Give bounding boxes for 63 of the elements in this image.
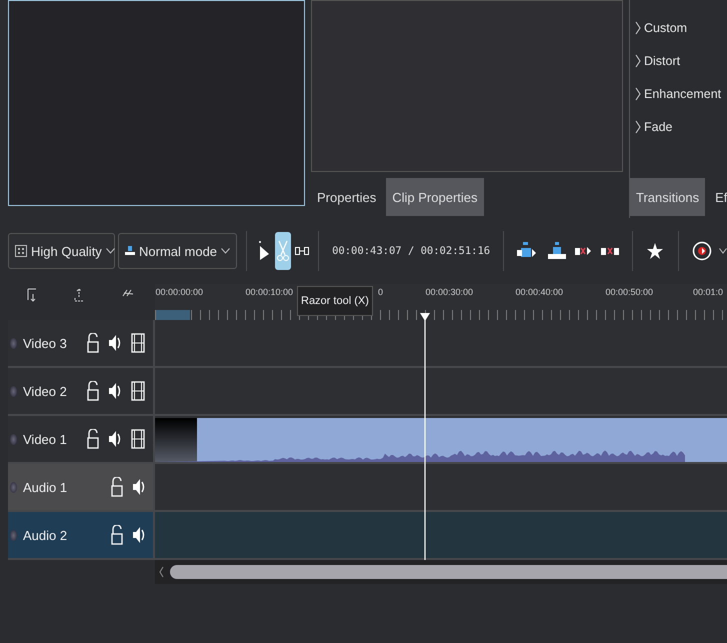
track-name: Audio 2 (23, 528, 67, 542)
track-name: Video 2 (23, 384, 67, 398)
film-icon[interactable] (131, 381, 145, 401)
led-icon (10, 434, 17, 444)
star-icon[interactable] (647, 243, 664, 259)
category-item[interactable]: Custom (644, 21, 688, 35)
collapse-icon[interactable] (26, 288, 37, 302)
chevron-icon (635, 87, 641, 101)
overwrite-icon[interactable] (546, 241, 567, 261)
led-icon (10, 338, 17, 348)
time-label: 0 (376, 287, 383, 297)
timecode: 00:00:43:07 / 00:02:51:16 (331, 245, 492, 257)
led-icon (10, 530, 17, 540)
film-icon[interactable] (131, 429, 145, 449)
time-label: 00:00:00:00 (155, 287, 203, 297)
track-lane[interactable] (155, 512, 727, 560)
record-icon[interactable] (692, 241, 712, 261)
track-name: Video 1 (23, 432, 67, 446)
track-name: Video 3 (23, 336, 67, 350)
chevron-icon (635, 120, 641, 134)
track-header[interactable]: Audio 1 (8, 464, 153, 512)
expand-icon[interactable] (74, 288, 84, 302)
category-item[interactable]: Distort (644, 54, 680, 68)
scroll-left-icon[interactable] (159, 566, 164, 578)
lock-icon[interactable] (87, 381, 99, 401)
panel-tab[interactable]: Clip Properties (386, 178, 484, 216)
speaker-icon[interactable] (109, 382, 121, 400)
category-item[interactable]: Fade (644, 120, 672, 134)
panel-tab[interactable]: Transitions (630, 178, 706, 216)
category-item[interactable]: Enhancement (644, 87, 722, 101)
chevron-icon (635, 21, 641, 35)
time-label: 00:00:30:00 (425, 287, 473, 297)
quality-icon (15, 245, 27, 257)
led-icon (10, 386, 17, 396)
zone-marker[interactable] (156, 310, 190, 320)
track-name: Audio 1 (23, 480, 67, 494)
speaker-icon[interactable] (133, 478, 145, 496)
speaker-icon[interactable] (133, 526, 145, 544)
quality-dropdown[interactable]: High Quality (8, 233, 115, 269)
speaker-icon[interactable] (109, 430, 121, 448)
scissors-icon[interactable] (274, 232, 291, 270)
film-icon[interactable] (131, 333, 145, 353)
caret-icon[interactable] (718, 248, 727, 254)
track-header[interactable]: Audio 2 (8, 512, 153, 560)
mode-icon (125, 246, 135, 256)
lock-icon[interactable] (111, 477, 123, 497)
speaker-icon[interactable] (109, 334, 121, 352)
tooltip: Razor tool (X) (297, 286, 373, 316)
lock-icon[interactable] (87, 429, 99, 449)
panel-tab[interactable]: Properties (311, 178, 382, 216)
lock-icon[interactable] (111, 525, 123, 545)
time-label: 00:00:50:00 (605, 287, 653, 297)
time-label: 00:01:0 (693, 287, 724, 297)
time-label: 00:00:10:00 (245, 287, 293, 297)
led-icon (10, 482, 17, 492)
chevron-icon (635, 54, 641, 68)
lock-icon[interactable] (87, 333, 99, 353)
mode-dropdown[interactable]: Normal mode (118, 233, 238, 269)
scrollbar-thumb[interactable] (170, 565, 727, 579)
link-off-icon[interactable] (122, 288, 134, 298)
time-label: 00:00:40:00 (515, 287, 563, 297)
lift-icon[interactable] (600, 245, 619, 257)
extract-icon[interactable] (574, 245, 593, 257)
